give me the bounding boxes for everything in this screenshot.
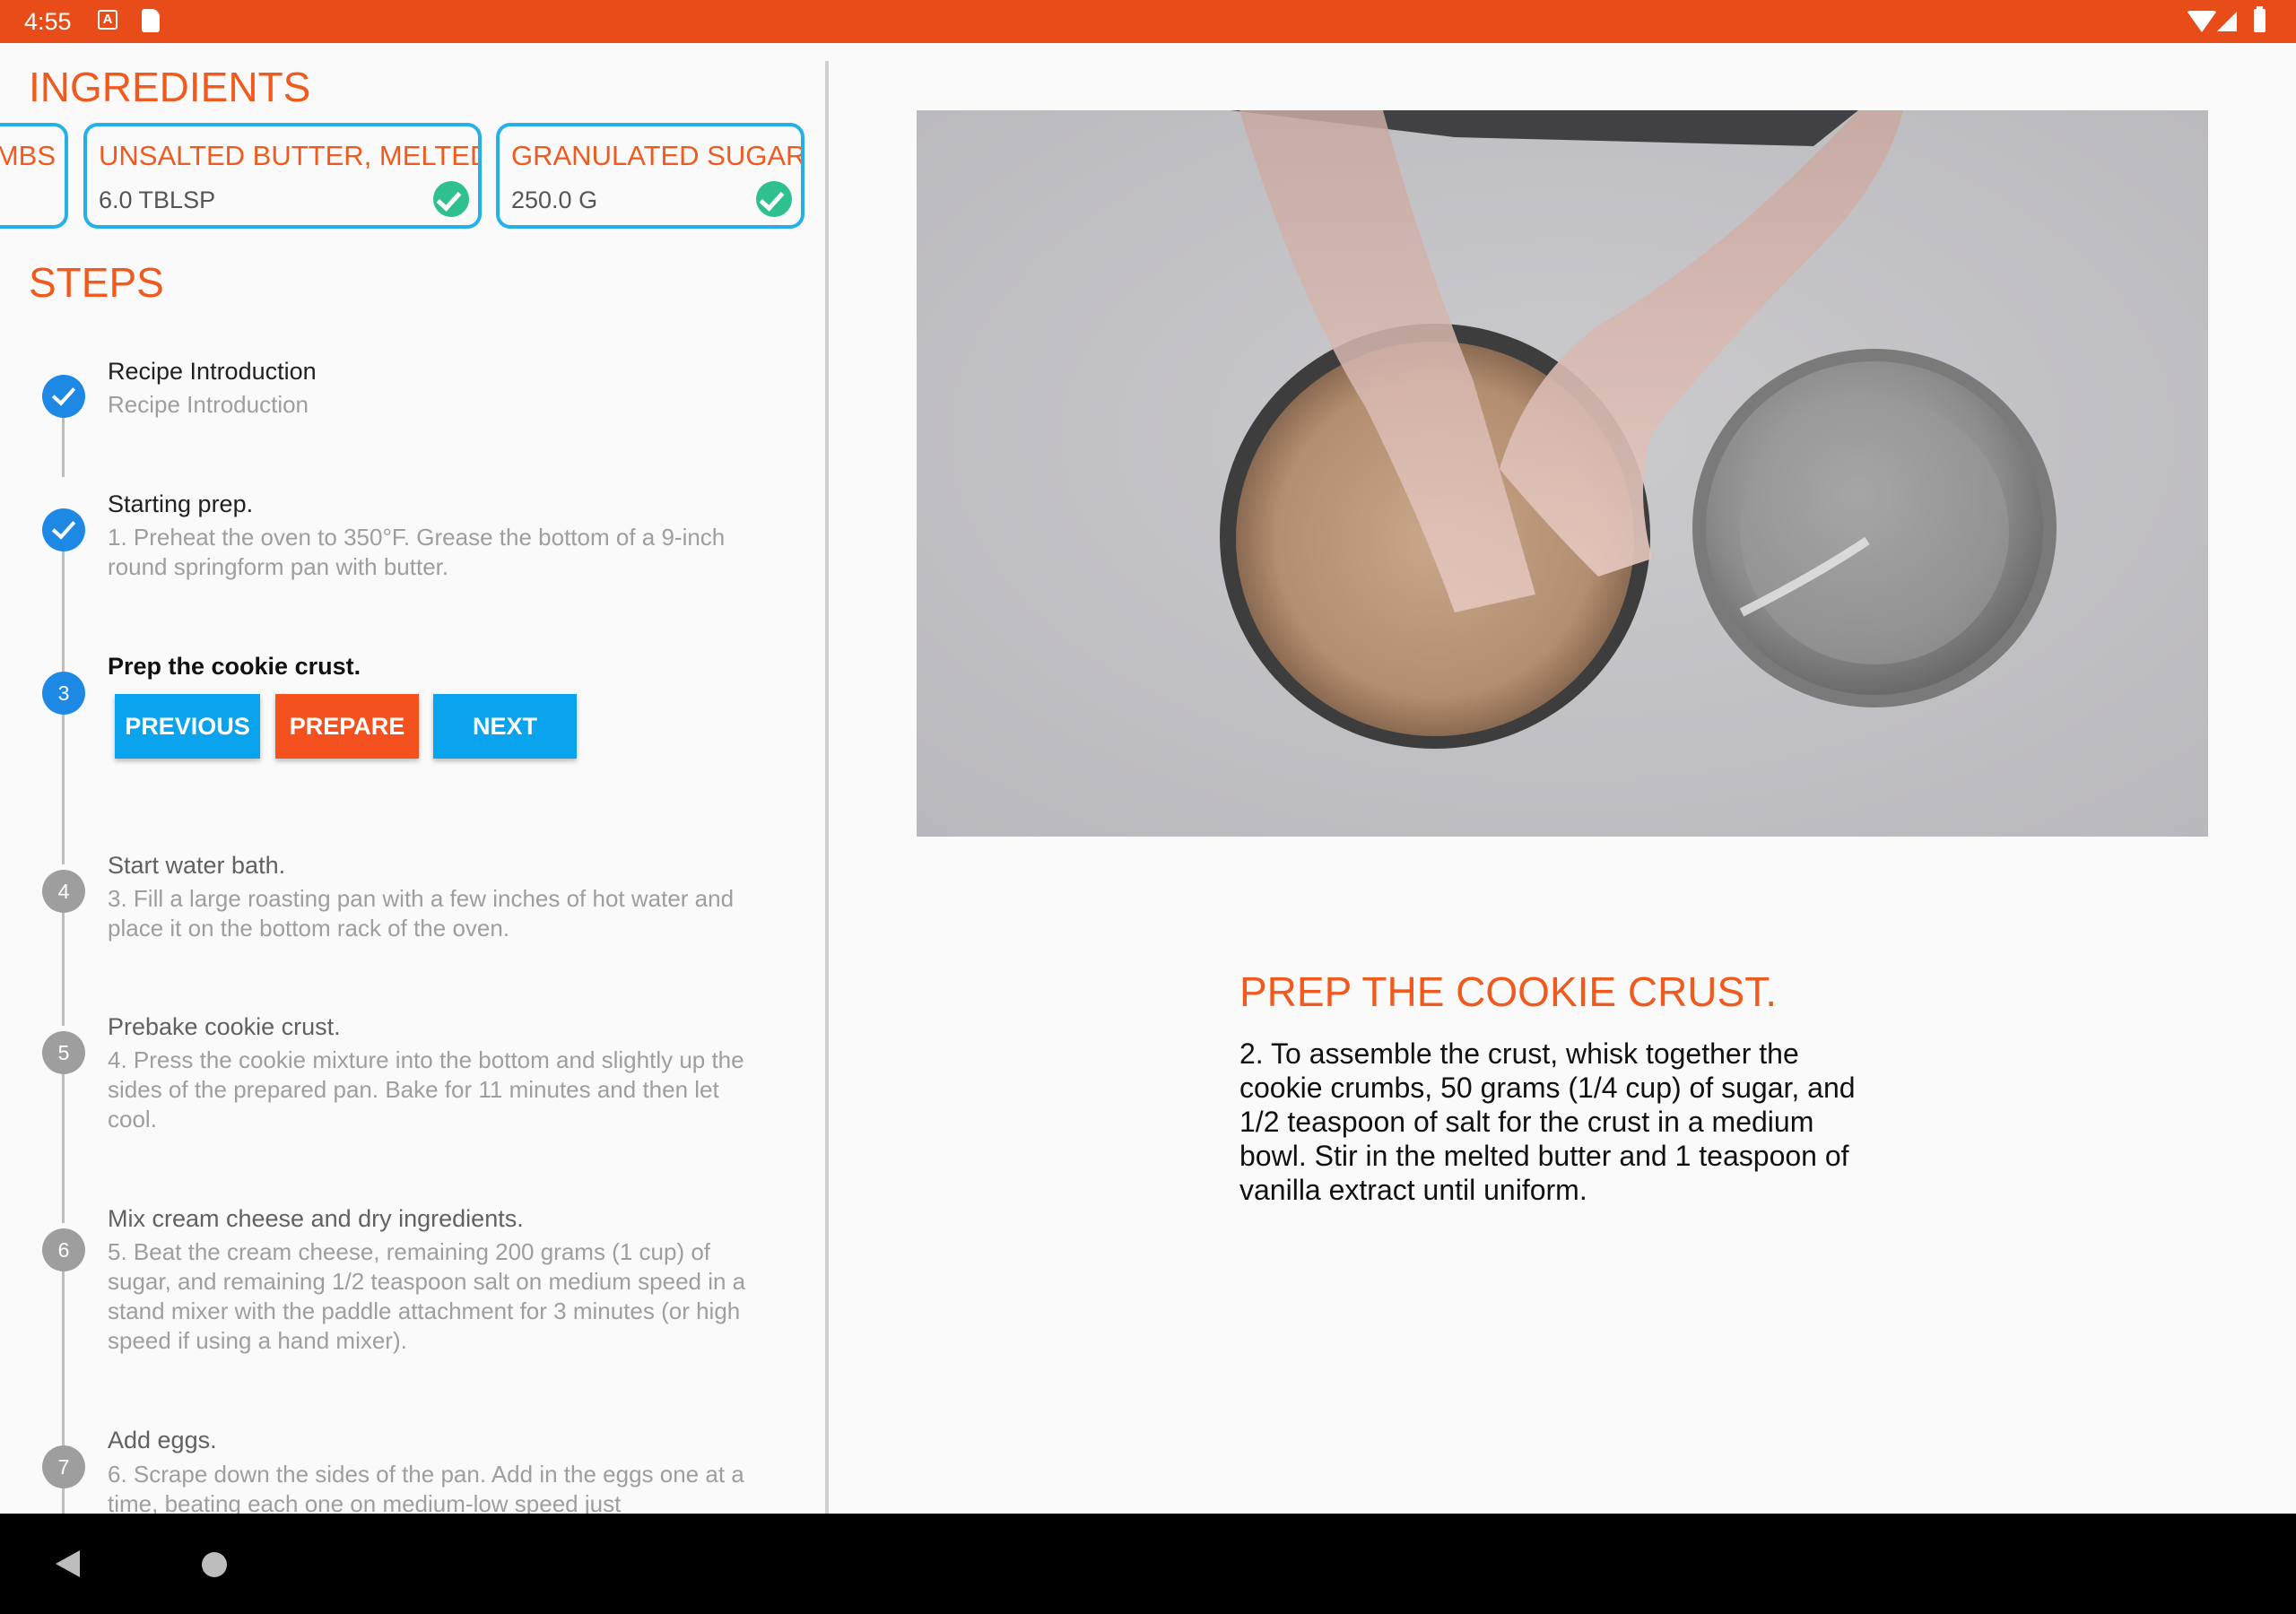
step-number-badge: 6 [42, 1228, 85, 1271]
home-icon[interactable] [202, 1552, 227, 1577]
step-title: Add eggs. [108, 1427, 217, 1453]
step-done-check-icon [42, 508, 85, 551]
step-title: Recipe Introduction [108, 358, 317, 385]
step-detail-title: PREP THE COOKIE CRUST. [1239, 968, 1777, 1015]
step-connector [62, 710, 65, 864]
step-description: 4. Press the cookie mixture into the bot… [108, 1046, 744, 1132]
step-connector [62, 547, 65, 678]
step-title: Prebake cookie crust. [108, 1013, 341, 1040]
step-detail-text: 2. To assemble the crust, whisk together… [1239, 1037, 1856, 1206]
step-description: 3. Fill a large roasting pan with a few … [108, 885, 735, 941]
prepare-button[interactable]: PREPARE [275, 694, 419, 759]
step-description: 5. Beat the cream cheese, remaining 200 … [108, 1238, 746, 1354]
video-frame-image [917, 110, 2208, 837]
step-description: Recipe Introduction [108, 391, 309, 418]
steps-list[interactable]: Recipe Introduction Recipe Introduction … [0, 43, 825, 1514]
recipe-left-panel[interactable]: INGREDIENTS MBS UNSALTED BUTTER, MELTED … [0, 43, 825, 1514]
step-title: Start water bath. [108, 852, 286, 879]
battery-icon [2254, 6, 2266, 32]
status-time: 4:55 [24, 8, 72, 35]
next-button[interactable]: NEXT [433, 694, 577, 759]
previous-button[interactable]: PREVIOUS [115, 694, 260, 759]
panel-divider [825, 61, 829, 1514]
system-navigation-bar [0, 1514, 2296, 1614]
cell-signal-icon [2217, 12, 2237, 31]
step-number-badge: 4 [42, 870, 85, 913]
step-number-badge: 7 [42, 1445, 85, 1488]
status-bar: 4:55 A [0, 0, 2296, 43]
step-video-player[interactable] [917, 110, 2208, 837]
step-connector [62, 412, 65, 477]
step-description: 6. Scrape down the sides of the pan. Add… [108, 1461, 744, 1514]
back-icon[interactable] [56, 1550, 80, 1577]
step-number-badge: 5 [42, 1031, 85, 1074]
wifi-icon [2187, 11, 2217, 32]
step-done-check-icon [42, 375, 85, 418]
sd-card-icon [142, 9, 160, 32]
step-connector [62, 1250, 65, 1449]
font-a-notification-icon: A [98, 10, 117, 30]
step-number-badge: 3 [42, 672, 85, 715]
step-title: Prep the cookie crust. [108, 653, 361, 680]
step-title: Starting prep. [108, 490, 254, 517]
step-description: 1. Preheat the oven to 350°F. Grease the… [108, 524, 726, 580]
step-title: Mix cream cheese and dry ingredients. [108, 1205, 524, 1232]
step-connector [62, 1053, 65, 1223]
